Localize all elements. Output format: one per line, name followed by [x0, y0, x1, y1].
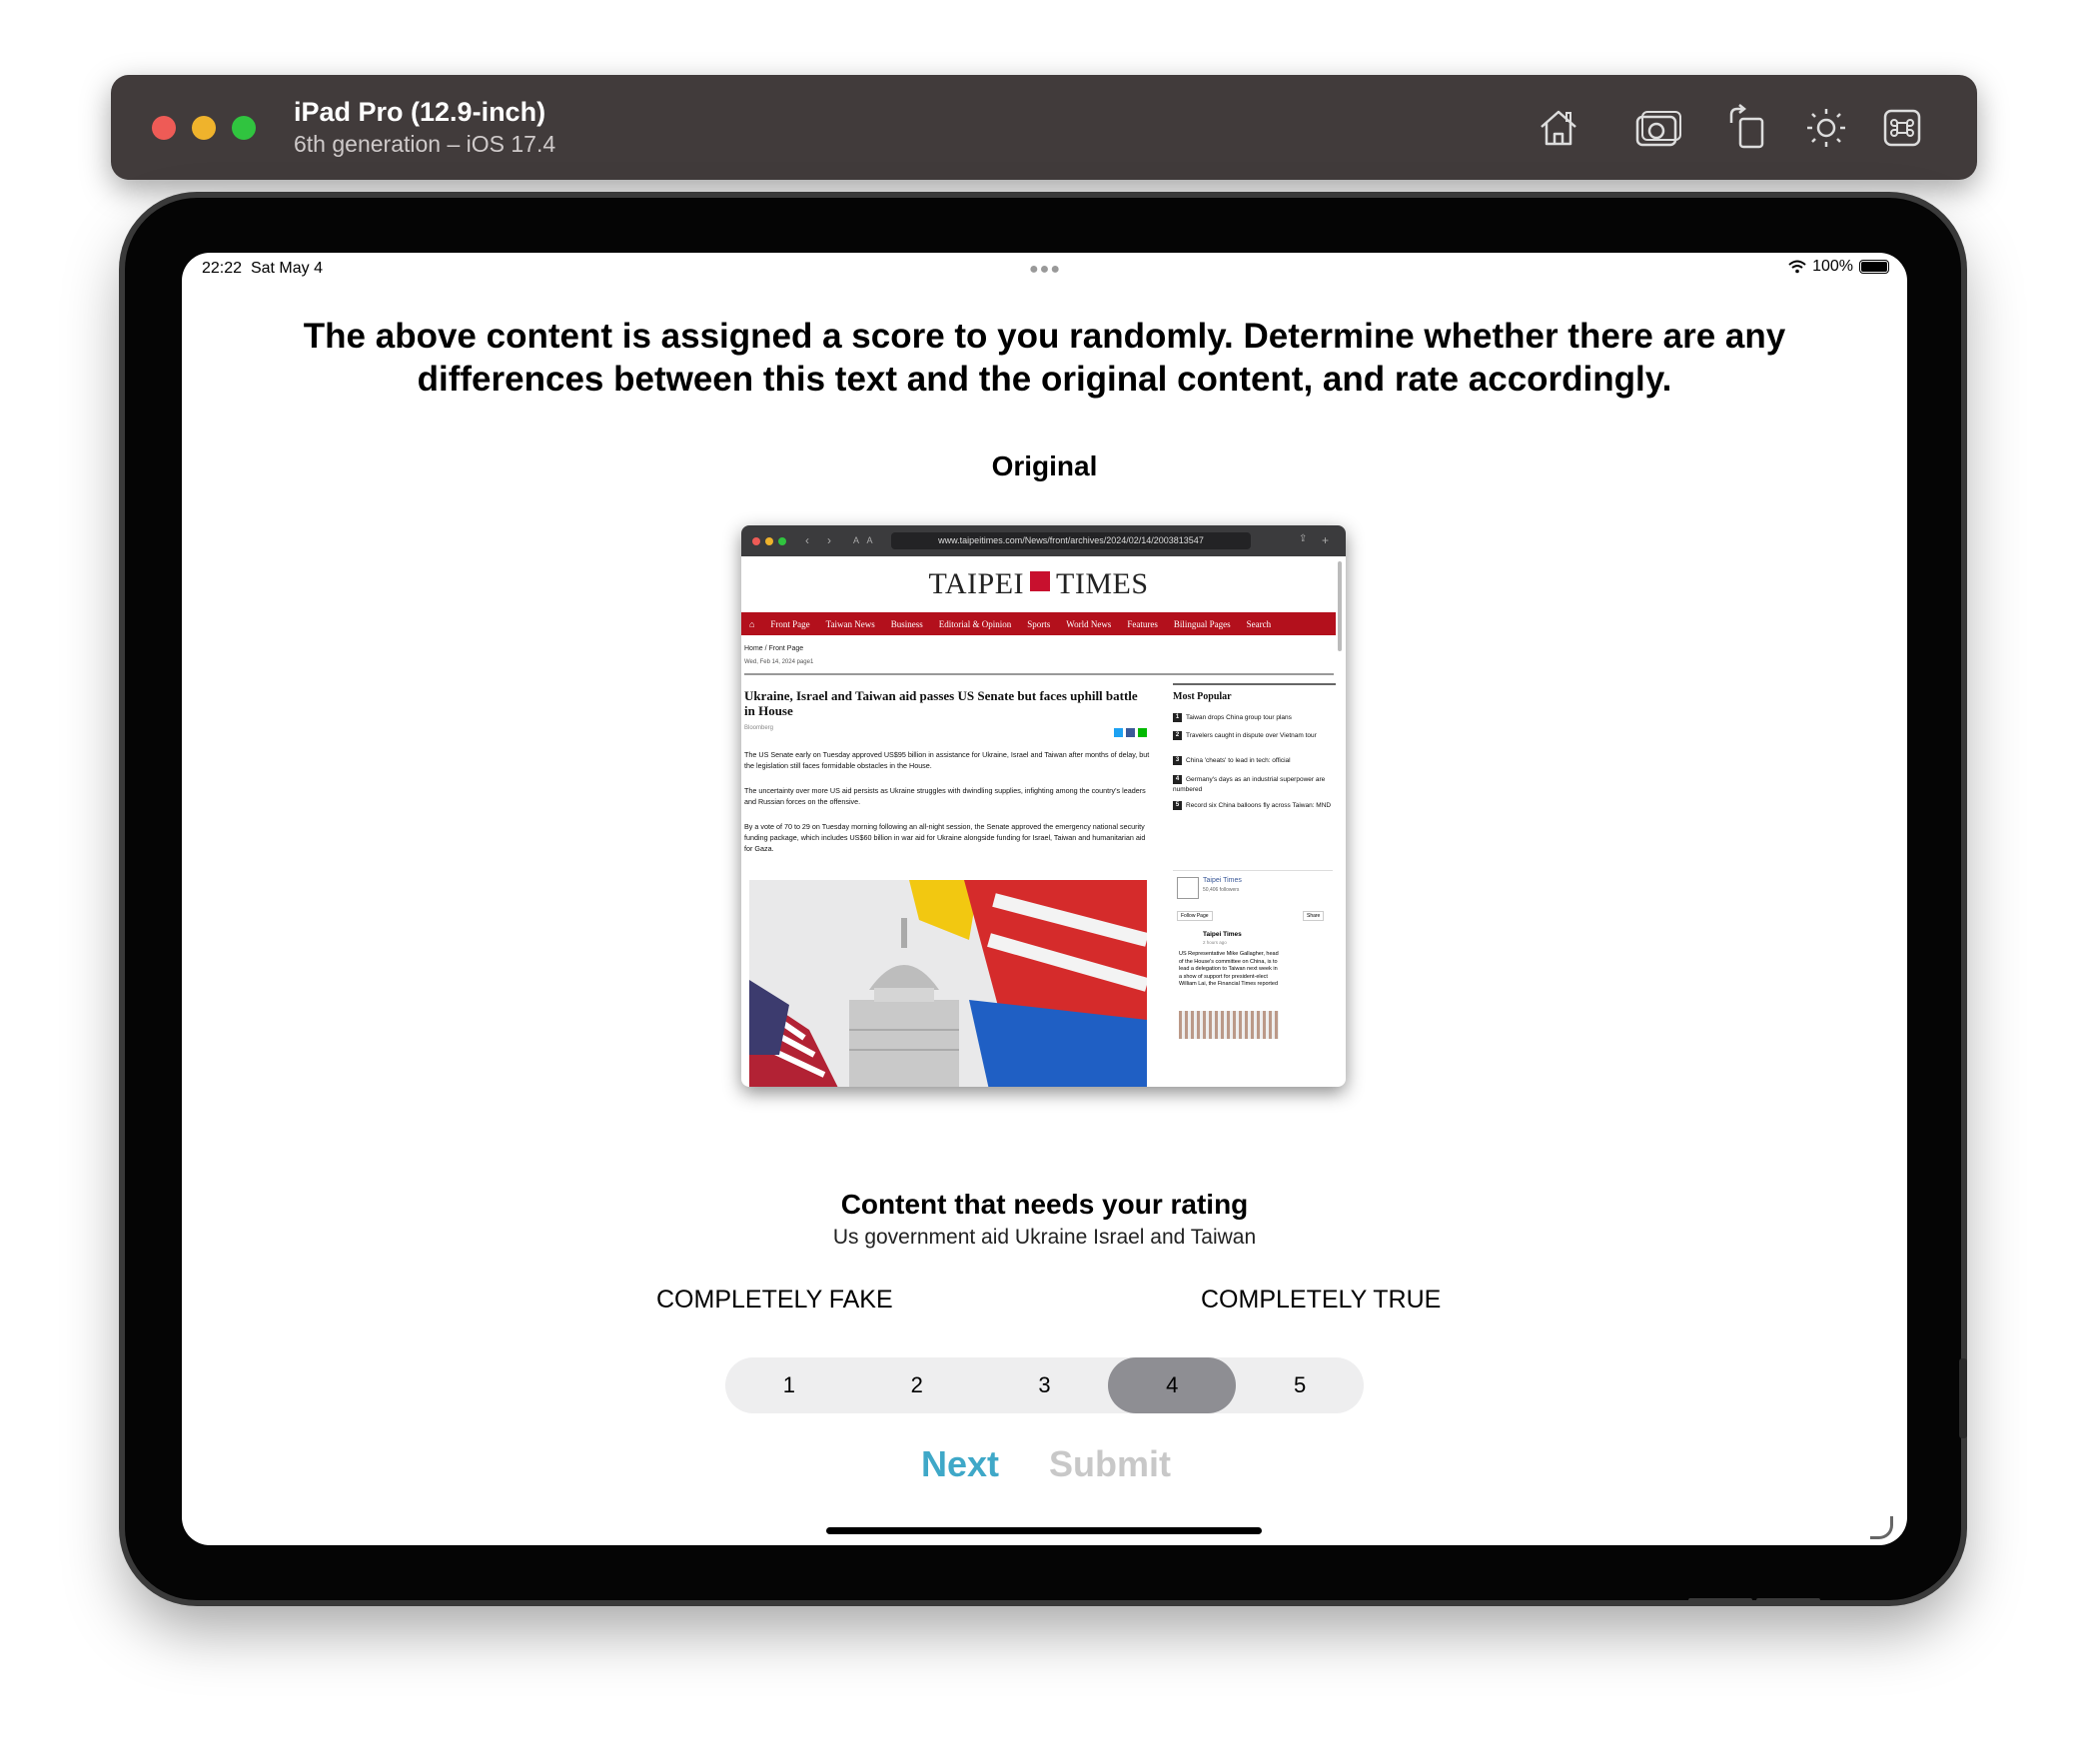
rating-option-1[interactable]: 1 — [725, 1357, 853, 1413]
status-time: 22:22 Sat May 4 — [202, 260, 323, 277]
rating-segmented-control: 1 2 3 4 5 — [725, 1357, 1364, 1413]
taipei-times-logo: TAIPEI TIMES — [928, 567, 1149, 600]
facebook-widget: Taipei Times 50,406 followers Follow Pag… — [1173, 870, 1333, 1087]
device-name: iPad Pro (12.9-inch) — [294, 97, 546, 127]
battery-percent: 100% — [1812, 258, 1853, 275]
taipei-times-avatar — [1177, 877, 1199, 899]
resize-corner-icon — [1870, 1516, 1893, 1539]
home-icon[interactable] — [1534, 103, 1583, 153]
close-window-button[interactable] — [152, 116, 176, 140]
original-heading: Original — [991, 450, 1098, 481]
article-paragraph: By a vote of 70 to 29 on Tuesday morning… — [744, 822, 1146, 853]
next-button[interactable]: Next — [921, 1443, 999, 1485]
nav-item: World News — [1066, 618, 1112, 629]
rating-option-3[interactable]: 3 — [981, 1357, 1109, 1413]
battery-icon — [1859, 260, 1889, 274]
volume-button — [1688, 1598, 1752, 1604]
command-icon[interactable] — [1877, 103, 1927, 153]
nav-item: Business — [890, 618, 923, 629]
most-popular-item: 3 China 'cheats' to lead in tech: officia… — [1173, 756, 1333, 766]
home-icon: ⌂ — [749, 618, 755, 629]
side-button — [1959, 1358, 1967, 1438]
breadcrumb: Home / Front Page — [744, 645, 804, 652]
scrollbar — [1338, 561, 1342, 651]
device-detail: 6th generation – iOS 17.4 — [294, 131, 556, 157]
browser-toolbar: ‹ › A A www.taipeitimes.com/News/front/a… — [741, 525, 1346, 556]
home-indicator[interactable] — [826, 1527, 1262, 1534]
status-right: 100% — [1788, 258, 1889, 276]
article-headline: Ukraine, Israel and Taiwan aid passes US… — [744, 688, 1138, 718]
forward-icon: › — [827, 533, 831, 547]
twitter-icon — [1114, 728, 1123, 737]
wifi-icon — [1788, 260, 1806, 274]
nav-item: Features — [1127, 618, 1158, 629]
nav-item: Sports — [1027, 618, 1051, 629]
article-byline: Bloomberg — [744, 725, 774, 731]
line-icon — [1138, 728, 1147, 737]
nav-item: Taiwan News — [825, 618, 875, 629]
nav-item: Search — [1246, 618, 1272, 629]
rating-content: Us government aid Ukraine Israel and Tai… — [832, 1226, 1257, 1249]
article-paragraph: The uncertainty over more US aid persist… — [744, 786, 1146, 806]
nav-item: Front Page — [770, 618, 810, 629]
taipei-times-emblem-icon — [1030, 571, 1051, 591]
ipad-screen: 22:22 Sat May 4 ●●● 100% The above conte… — [182, 253, 1907, 1545]
article-paragraph: The US Senate early on Tuesday approved … — [744, 750, 1150, 770]
rating-option-4[interactable]: 4 — [1108, 1357, 1237, 1413]
rating-option-5[interactable]: 5 — [1236, 1357, 1364, 1413]
new-tab-icon: + — [1322, 533, 1330, 547]
share-buttons — [1114, 728, 1147, 737]
rating-option-2[interactable]: 2 — [853, 1357, 981, 1413]
scale-high-label: COMPLETELY TRUE — [1201, 1286, 1442, 1314]
post-photo — [1179, 1011, 1279, 1039]
nav-item: Editorial & Opinion — [938, 618, 1012, 629]
multitasking-dots-icon[interactable]: ●●● — [1029, 261, 1061, 279]
minimize-window-button[interactable] — [192, 116, 216, 140]
rating-heading: Content that needs your rating — [840, 1189, 1249, 1220]
rotate-icon[interactable] — [1723, 103, 1773, 153]
most-popular-item: 1 Taiwan drops China group tour plans — [1173, 713, 1333, 723]
simulator-title-bar: iPad Pro (12.9-inch) 6th generation – iO… — [111, 75, 1977, 180]
most-popular-heading: Most Popular — [1173, 691, 1232, 702]
scale-low-label: COMPLETELY FAKE — [656, 1286, 893, 1314]
back-icon: ‹ — [805, 533, 809, 547]
instructions-text: The above content is assigned a score to… — [303, 317, 1786, 399]
submit-button[interactable]: Submit — [1049, 1443, 1171, 1485]
most-popular-item: 5 Record six China balloons fly across Ta… — [1173, 801, 1333, 811]
site-nav: ⌂ Front Page Taiwan News Business Editor… — [741, 612, 1336, 635]
original-screenshot: ‹ › A A www.taipeitimes.com/News/front/a… — [741, 525, 1346, 1087]
screenshot-icon[interactable] — [1633, 103, 1683, 153]
nav-item: Bilingual Pages — [1173, 618, 1231, 629]
most-popular-item: 4 Germany's days as an industrial superpo… — [1173, 775, 1326, 794]
volume-button — [1756, 1598, 1820, 1604]
address-bar: www.taipeitimes.com/News/front/archives/… — [891, 532, 1251, 549]
article-photo — [749, 880, 1147, 1087]
dateline: Wed, Feb 14, 2024 page1 — [744, 659, 814, 665]
facebook-icon — [1126, 728, 1135, 737]
zoom-window-button[interactable] — [232, 116, 256, 140]
appearance-icon[interactable] — [1801, 103, 1851, 153]
most-popular-item: 2 Travelers caught in dispute over Vietna… — [1173, 731, 1333, 741]
share-icon: ⇪ — [1299, 533, 1308, 544]
